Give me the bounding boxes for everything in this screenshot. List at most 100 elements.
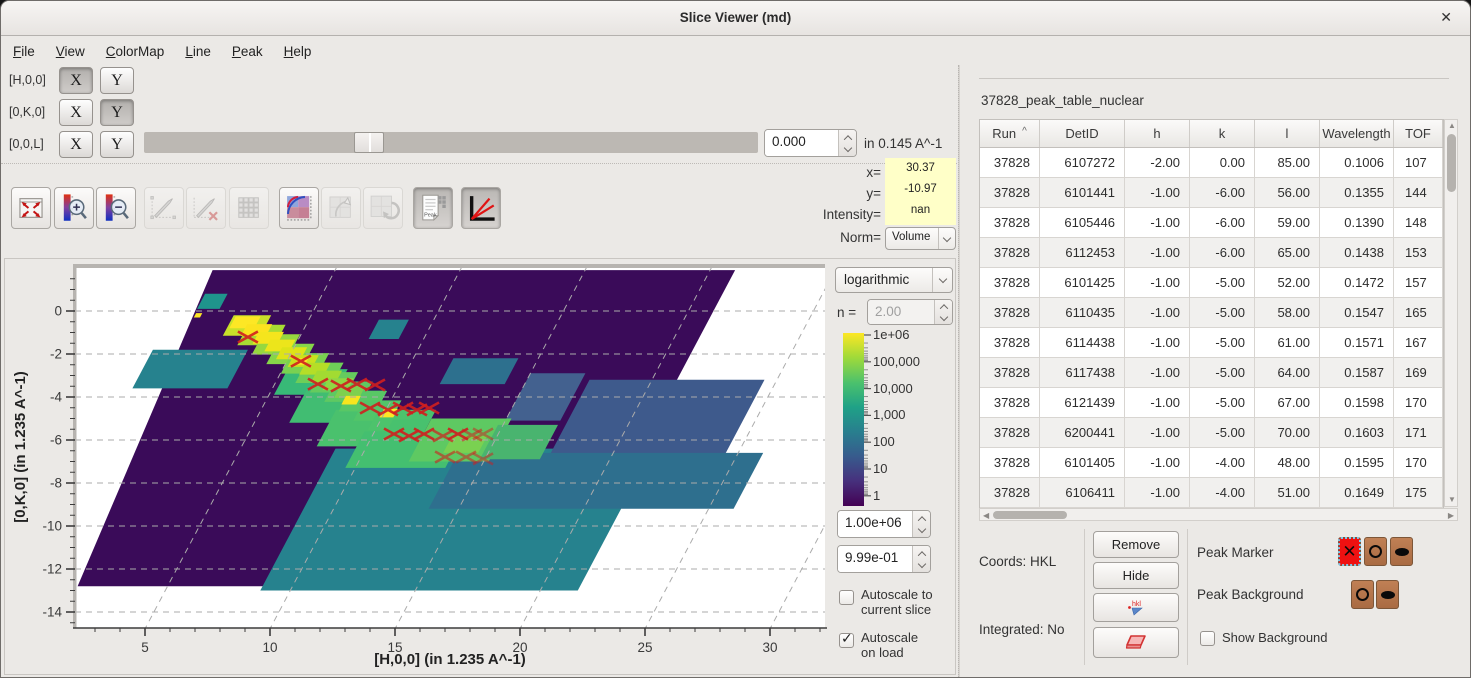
grid-lines-button — [229, 187, 269, 229]
remove-peaks-eraser-button[interactable] — [1093, 627, 1179, 658]
table-header: Run^DetIDhklWavelengthTOF — [980, 120, 1443, 148]
reset-view-button[interactable] — [11, 187, 51, 229]
table-row[interactable]: 378286110435-1.00-5.0058.000.1547165 — [980, 298, 1443, 328]
slice-point-value[interactable]: 0.000 — [765, 130, 838, 156]
spin-arrows[interactable] — [838, 130, 856, 156]
scroll-down-icon[interactable]: ▼ — [1448, 496, 1456, 504]
peak-marker-ellipse-button[interactable] — [1390, 537, 1413, 566]
table-cell: -2.00 — [1125, 148, 1190, 177]
svg-text:0: 0 — [54, 304, 62, 319]
peak-background-circle-button[interactable] — [1351, 580, 1374, 609]
close-icon[interactable]: ✕ — [1436, 9, 1456, 26]
dim-label: [H,0,0] — [9, 73, 59, 87]
nonorthogonal-view-icon — [464, 191, 498, 225]
table-vertical-scrollbar[interactable]: ▲ ▼ — [1444, 119, 1458, 507]
panel-splitter[interactable] — [958, 65, 960, 677]
dim-l-x-button[interactable]: X — [59, 131, 93, 158]
colorbar-zoom-in-button[interactable] — [54, 187, 94, 229]
menu-peak[interactable]: Peak — [232, 44, 263, 59]
dim-h-y-button[interactable]: Y — [100, 67, 134, 94]
norm-value[interactable]: Volume — [886, 228, 938, 249]
column-header-tof[interactable]: TOF — [1394, 120, 1443, 147]
table-row[interactable]: 378286105446-1.00-6.0059.000.1390148 — [980, 208, 1443, 238]
colorbar-min-spinbox[interactable]: 9.99e-01 — [837, 545, 931, 573]
spin-arrows[interactable] — [912, 511, 930, 537]
table-row[interactable]: 378286121439-1.00-5.0067.000.1598170 — [980, 388, 1443, 418]
norm-combobox[interactable]: Volume — [885, 227, 956, 250]
table-cell: 58.00 — [1255, 298, 1320, 327]
scroll-up-icon[interactable]: ▲ — [1448, 122, 1456, 130]
slice-slider[interactable] — [144, 132, 758, 153]
hide-button[interactable]: Hide — [1093, 562, 1179, 589]
column-header-h[interactable]: h — [1125, 120, 1190, 147]
table-row[interactable]: 378286101405-1.00-4.0048.000.1595170 — [980, 448, 1443, 478]
table-row[interactable]: 378286107272-2.000.0085.000.1006107 — [980, 148, 1443, 178]
circle-icon — [1369, 545, 1382, 558]
chevron-down-icon[interactable] — [932, 268, 952, 292]
table-row[interactable]: 378286101441-1.00-6.0056.000.1355144 — [980, 178, 1443, 208]
remove-button[interactable]: Remove — [1093, 531, 1179, 558]
dim-h-x-button[interactable]: X — [59, 67, 93, 94]
nonorthogonal-view-button[interactable] — [461, 187, 501, 229]
table-row[interactable]: 378286200441-1.00-5.0070.000.1603171 — [980, 418, 1443, 448]
menu-line[interactable]: Line — [185, 44, 211, 59]
peak-marker-circle-button[interactable] — [1364, 537, 1387, 566]
table-row[interactable]: 378286112453-1.00-6.0065.000.1438153 — [980, 238, 1443, 268]
menu-colormap[interactable]: ColorMap — [106, 44, 165, 59]
peak-background-label: Peak Background — [1197, 587, 1304, 602]
show-background-checkbox[interactable] — [1200, 631, 1215, 646]
scrollbar-thumb[interactable] — [993, 511, 1067, 519]
table-cell: -1.00 — [1125, 388, 1190, 417]
table-row[interactable]: 378286106411-1.00-4.0051.000.1649175 — [980, 478, 1443, 508]
peak-marker-cross-button[interactable]: ✕ — [1338, 537, 1361, 566]
dim-k-y-button[interactable]: Y — [100, 99, 134, 126]
menu-file[interactable]: File — [13, 44, 35, 59]
table-horizontal-scrollbar[interactable]: ◀ ▶ — [979, 508, 1458, 521]
colorbar-min-value[interactable]: 9.99e-01 — [838, 546, 912, 572]
menu-help[interactable]: Help — [284, 44, 312, 59]
spin-arrows[interactable] — [912, 546, 930, 572]
autoscale-slice-checkbox[interactable] — [839, 590, 854, 605]
n-label: n = — [837, 305, 856, 320]
scale-type-value[interactable]: logarithmic — [836, 268, 932, 292]
column-header-l[interactable]: l — [1255, 120, 1320, 147]
svg-text:-6: -6 — [50, 433, 62, 448]
column-header-run[interactable]: Run^ — [980, 120, 1040, 147]
peak-background-ellipse-button[interactable] — [1376, 580, 1399, 609]
autoscale-slice-label: Autoscale to current slice — [861, 587, 933, 617]
add-peak-hkl-button[interactable]: hkl — [1093, 593, 1179, 622]
scroll-right-icon[interactable]: ▶ — [1448, 512, 1454, 520]
cursor-y-value: -10.97 — [885, 179, 956, 200]
slice-point-spinbox[interactable]: 0.000 — [764, 129, 857, 157]
table-cell: -5.00 — [1190, 328, 1255, 357]
scroll-left-icon[interactable]: ◀ — [983, 512, 989, 520]
peaks-overlay-button[interactable]: Peak — [413, 187, 453, 229]
table-row[interactable]: 378286117438-1.00-5.0064.000.1587169 — [980, 358, 1443, 388]
chevron-down-icon[interactable] — [938, 228, 955, 249]
scrollbar-thumb[interactable] — [1447, 134, 1456, 192]
svg-text:-10: -10 — [42, 519, 62, 534]
scale-type-combobox[interactable]: logarithmic — [835, 267, 953, 293]
dim-l-y-button[interactable]: Y — [100, 131, 134, 158]
table-row[interactable]: 378286101425-1.00-5.0052.000.1472157 — [980, 268, 1443, 298]
column-header-k[interactable]: k — [1190, 120, 1255, 147]
slider-handle[interactable] — [354, 132, 384, 153]
slice-plot-canvas[interactable]: 510152025300-2-4-6-8-10-12-14[H,0,0] (in… — [5, 259, 827, 674]
autoscale-load-checkbox[interactable] — [839, 633, 854, 648]
colorbar-gradient[interactable] — [843, 333, 864, 506]
table-cell: 6105446 — [1040, 208, 1125, 237]
title-bar[interactable]: Slice Viewer (md) ✕ — [1, 1, 1470, 36]
line-cut-remove-button — [186, 187, 226, 229]
colorbar-zoom-out-button[interactable] — [96, 187, 136, 229]
reset-view-icon — [14, 191, 48, 225]
menu-view[interactable]: View — [56, 44, 85, 59]
table-row[interactable]: 378286114438-1.00-5.0061.000.1571167 — [980, 328, 1443, 358]
colorbar-zoom-in-icon — [57, 191, 91, 225]
column-header-detid[interactable]: DetID — [1040, 120, 1125, 147]
dim-k-x-button[interactable]: X — [59, 99, 93, 126]
column-header-wavelength[interactable]: Wavelength — [1320, 120, 1394, 147]
colorbar-max-spinbox[interactable]: 1.00e+06 — [837, 510, 931, 538]
colorbar-max-value[interactable]: 1.00e+06 — [838, 511, 912, 537]
rebin-button[interactable] — [279, 187, 319, 229]
table-cell: 70.00 — [1255, 418, 1320, 447]
